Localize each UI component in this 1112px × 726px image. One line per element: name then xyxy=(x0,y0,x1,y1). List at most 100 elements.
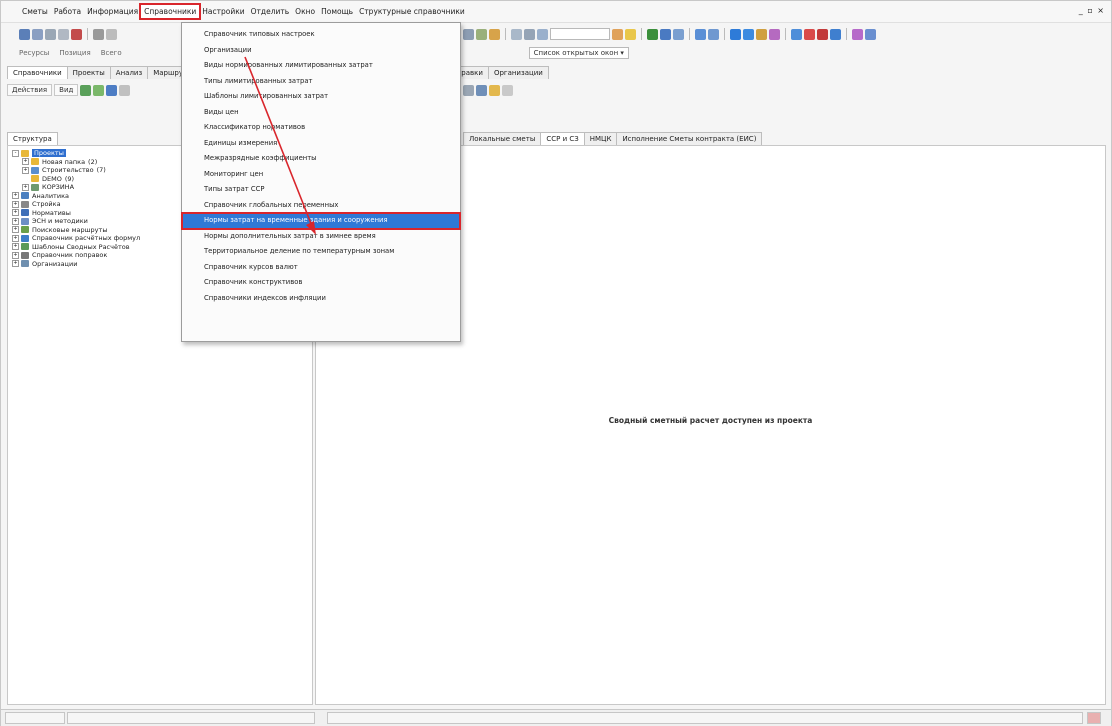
expand-icon[interactable]: + xyxy=(12,243,19,251)
close-icon[interactable] xyxy=(502,84,513,96)
expand-icon[interactable]: + xyxy=(22,183,29,191)
folder-icon[interactable] xyxy=(93,84,105,96)
green-icon[interactable] xyxy=(647,28,658,40)
menu-item[interactable]: Информация xyxy=(84,5,141,18)
dropdown-item[interactable]: Типы лимитированных затрат xyxy=(182,74,460,90)
edit-icon[interactable] xyxy=(756,28,767,40)
dropdown-item[interactable]: Территориальное деление по температурным… xyxy=(182,244,460,260)
toolbar-label[interactable]: Позиция xyxy=(55,48,94,58)
star-icon[interactable] xyxy=(625,28,636,40)
text-icon[interactable] xyxy=(791,28,802,40)
right-panel-tab[interactable]: ССР и СЗ xyxy=(540,132,585,145)
info-icon[interactable] xyxy=(489,28,500,40)
open-windows-dropdown[interactable]: Список открытых окон ▾ xyxy=(528,47,629,59)
expand-icon[interactable]: + xyxy=(12,260,19,268)
expand-icon[interactable]: + xyxy=(12,251,19,259)
expand-icon[interactable] xyxy=(22,175,29,182)
menu-item[interactable]: Работа xyxy=(51,5,84,18)
grid-icon[interactable] xyxy=(45,28,56,40)
expand-icon[interactable]: + xyxy=(12,226,19,234)
tool-icon[interactable] xyxy=(93,28,104,40)
dropdown-item[interactable]: Межразрядные коэффициенты xyxy=(182,151,460,167)
car-icon[interactable] xyxy=(817,28,828,40)
window-icon[interactable] xyxy=(537,28,548,40)
arrow-icon[interactable] xyxy=(695,28,706,40)
expand-icon[interactable]: + xyxy=(12,234,19,242)
toolbar-label[interactable]: Всего xyxy=(97,48,126,58)
expand-icon[interactable]: + xyxy=(22,166,29,174)
right-panel-tab[interactable]: Исполнение Сметы контракта (ЕИС) xyxy=(616,132,763,145)
dropdown-item[interactable]: Классификатор нормативов xyxy=(182,120,460,136)
dropdown-item[interactable]: Шаблоны лимитированных затрат xyxy=(182,89,460,105)
right-panel-tab[interactable]: НМЦК xyxy=(583,132,618,145)
menu-item[interactable]: Сметы xyxy=(19,5,51,18)
tree-node-label: Поисковые маршруты xyxy=(32,225,108,234)
expand-icon[interactable]: + xyxy=(12,192,19,200)
dropdown-item[interactable]: Справочник конструктивов xyxy=(182,275,460,291)
open-icon[interactable] xyxy=(32,28,43,40)
dropdown-item[interactable]: Справочники индексов инфляции xyxy=(182,291,460,307)
left-panel-tab[interactable]: Структура xyxy=(7,132,58,145)
dropdown-item[interactable]: Нормы дополнительных затрат в зимнее вре… xyxy=(182,229,460,245)
table-icon[interactable] xyxy=(58,28,69,40)
secondary-toolbar-left: Ресурсы Позиция Всего xyxy=(15,44,185,62)
main-tab[interactable]: Проекты xyxy=(66,66,111,79)
dropdown-item[interactable]: Справочник курсов валют xyxy=(182,260,460,276)
menu-item[interactable]: Отделить xyxy=(248,5,293,18)
arrow-icon[interactable] xyxy=(708,28,719,40)
dropdown-item[interactable]: Организации xyxy=(182,43,460,59)
right-panel-tab[interactable]: Локальные сметы xyxy=(463,132,542,145)
menu-item[interactable]: Справочники xyxy=(139,3,202,20)
expand-icon[interactable]: + xyxy=(12,200,19,208)
grid-icon[interactable] xyxy=(463,84,474,96)
table-icon[interactable] xyxy=(511,28,522,40)
chart-icon[interactable] xyxy=(612,28,623,40)
actions-button[interactable]: Действия xyxy=(7,84,53,96)
doc-icon[interactable] xyxy=(463,28,474,40)
dropdown-item[interactable]: Единицы измерения xyxy=(182,136,460,152)
grid-icon[interactable] xyxy=(524,28,535,40)
dropdown-item[interactable]: Мониторинг цен xyxy=(182,167,460,183)
tree-node-label: Аналитика xyxy=(32,191,69,200)
nav-icon[interactable] xyxy=(730,28,741,40)
new-icon[interactable] xyxy=(19,28,30,40)
dropdown-item[interactable]: Нормы затрат на временные здания и соору… xyxy=(181,212,461,230)
collapse-icon[interactable]: - xyxy=(12,149,19,157)
main-tab[interactable]: Справочники xyxy=(7,66,68,79)
nav-icon[interactable] xyxy=(743,28,754,40)
dropdown-item[interactable]: Типы затрат ССР xyxy=(182,182,460,198)
redo-icon[interactable] xyxy=(865,28,876,40)
toolbar-label[interactable]: Ресурсы xyxy=(15,48,53,58)
refresh-icon[interactable] xyxy=(106,28,117,40)
edit-icon[interactable] xyxy=(71,28,82,40)
expand-icon[interactable]: + xyxy=(22,158,29,166)
main-tab[interactable]: Организации xyxy=(487,66,549,79)
window-controls[interactable]: _ ▫ × xyxy=(1079,6,1105,15)
dropdown-item[interactable]: Виды нормированных лимитированных затрат xyxy=(182,58,460,74)
view-button[interactable]: Вид xyxy=(54,84,79,96)
menu-item[interactable]: Помощь xyxy=(318,5,356,18)
refresh-icon[interactable] xyxy=(106,84,118,96)
link-icon[interactable] xyxy=(769,28,780,40)
blue-icon[interactable] xyxy=(660,28,671,40)
people-icon[interactable] xyxy=(830,28,841,40)
filter-icon[interactable] xyxy=(673,28,684,40)
star-icon[interactable] xyxy=(489,84,500,96)
menu-item[interactable]: Структурные справочники xyxy=(356,5,468,18)
expand-icon[interactable]: + xyxy=(12,217,19,225)
menu-item[interactable]: Окно xyxy=(292,5,318,18)
table-icon[interactable] xyxy=(476,84,487,96)
main-tab[interactable]: Анализ xyxy=(109,66,149,79)
undo-icon[interactable] xyxy=(852,28,863,40)
calc-icon[interactable] xyxy=(476,28,487,40)
expand-icon[interactable]: + xyxy=(12,209,19,217)
menu-item[interactable]: Настройки xyxy=(199,5,247,18)
car-icon[interactable] xyxy=(804,28,815,40)
settings-icon[interactable] xyxy=(119,84,131,96)
toolbar-combo[interactable] xyxy=(550,28,610,40)
dropdown-item[interactable]: Виды цен xyxy=(182,105,460,121)
dropdown-item[interactable]: Справочник глобальных переменных xyxy=(182,198,460,214)
tree-node-label: Организации xyxy=(32,259,78,268)
add-icon[interactable] xyxy=(80,84,92,96)
dropdown-item[interactable]: Справочник типовых настроек xyxy=(182,27,460,43)
